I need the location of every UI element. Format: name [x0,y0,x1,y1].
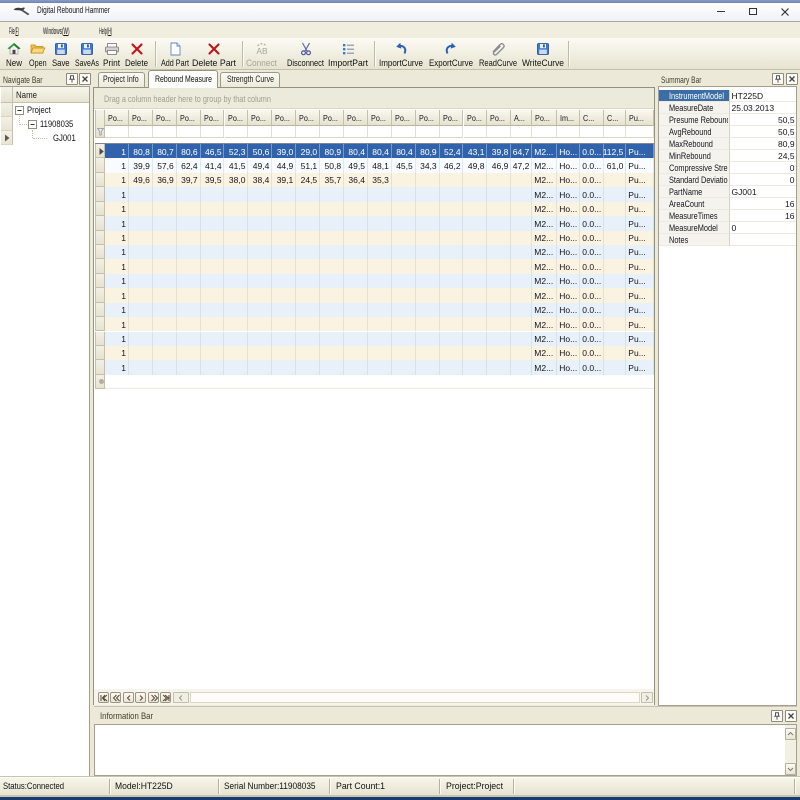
svg-text:AB: AB [256,46,268,56]
